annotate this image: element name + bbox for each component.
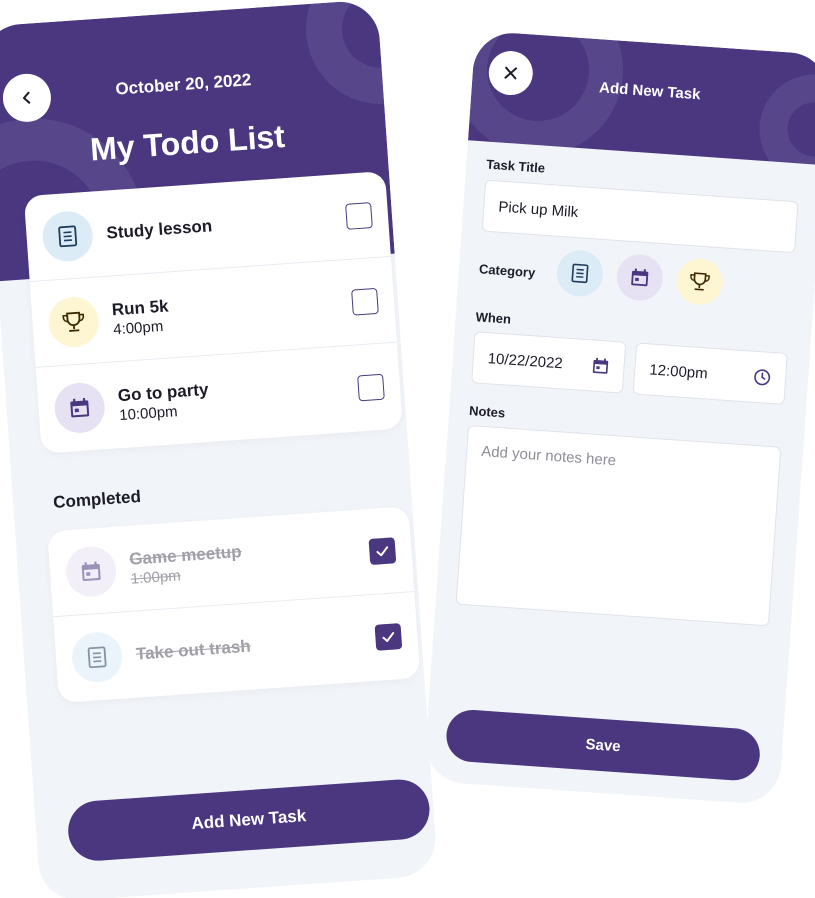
save-button[interactable]: Save [444, 708, 762, 783]
add-task-screen: Add New Task Task Title Pick up Milk Cat… [423, 30, 815, 806]
document-icon [571, 263, 589, 284]
date-input[interactable]: 10/22/2022 [471, 331, 627, 394]
task-title: Take out trash [135, 636, 252, 664]
when-label: When [475, 309, 512, 327]
task-checkbox[interactable] [357, 373, 385, 402]
task-checkbox[interactable] [374, 623, 403, 651]
add-new-task-button[interactable]: Add New Task [66, 777, 432, 863]
document-icon [87, 646, 107, 669]
trophy-icon [62, 311, 85, 332]
category-badge [40, 209, 95, 263]
calendar-icon [631, 268, 649, 287]
header-decoration [300, 0, 395, 110]
task-title-value: Pick up Milk [497, 198, 579, 221]
task-title: Study lesson [105, 215, 213, 243]
category-option-lesson[interactable] [555, 248, 605, 298]
task-checkbox[interactable] [345, 201, 373, 230]
checkmark-icon [376, 545, 389, 556]
category-badge [70, 630, 124, 684]
notes-textarea[interactable]: Add your notes here [455, 424, 782, 627]
category-badge [46, 294, 101, 349]
calendar-icon [81, 561, 101, 581]
time-value: 12:00pm [648, 360, 709, 382]
todo-list-screen: October 20, 2022 My Todo List Study less… [0, 0, 439, 898]
header-decoration [755, 70, 815, 166]
notes-placeholder: Add your notes here [480, 442, 617, 470]
completed-section-label: Completed [52, 486, 142, 512]
task-checkbox[interactable] [368, 536, 397, 565]
task-title-label: Task Title [485, 156, 546, 176]
category-option-goal[interactable] [675, 257, 725, 307]
category-label: Category [478, 261, 536, 281]
trophy-icon [690, 272, 710, 291]
checkmark-icon [382, 632, 395, 643]
notes-label: Notes [468, 402, 506, 421]
calendar-icon [592, 357, 609, 374]
calendar-icon [70, 398, 90, 418]
active-tasks-list: Study lesson Run 5k 4:00pm Go to party 1… [23, 171, 403, 454]
document-icon [58, 225, 78, 247]
category-badge [52, 381, 107, 435]
time-input[interactable]: 12:00pm [632, 342, 788, 405]
completed-tasks-list: Game meetup 1:00pm Take out trash [47, 506, 421, 704]
date-value: 10/22/2022 [487, 349, 564, 372]
task-title-input[interactable]: Pick up Milk [481, 179, 799, 254]
task-checkbox[interactable] [351, 287, 379, 316]
category-option-event[interactable] [615, 253, 665, 303]
clock-icon [754, 369, 771, 386]
category-badge [64, 544, 118, 598]
